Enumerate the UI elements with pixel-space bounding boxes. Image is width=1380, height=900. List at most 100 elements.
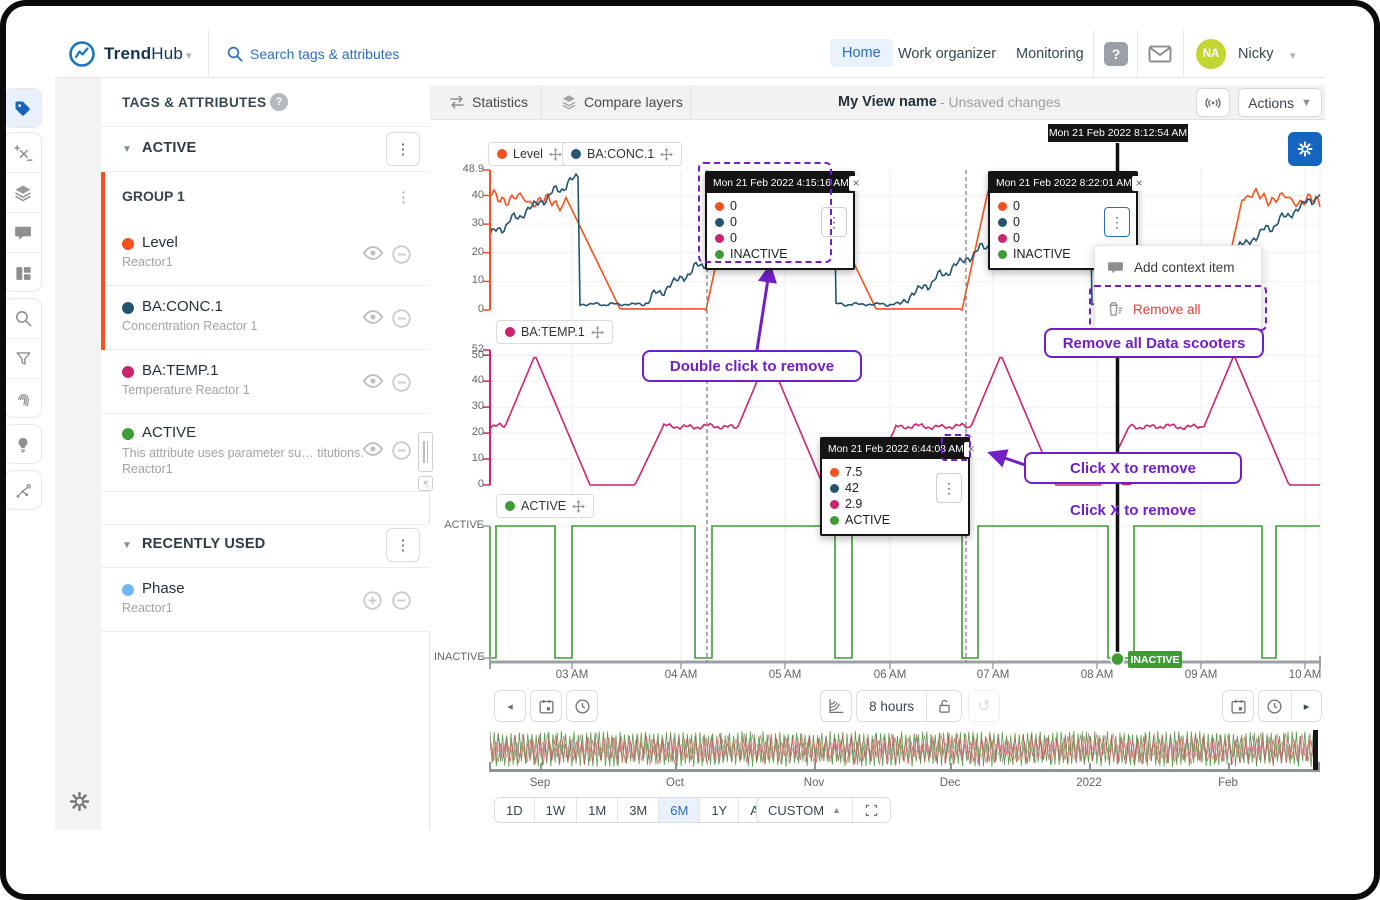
- rail-tab-fingerprint[interactable]: [5, 379, 41, 418]
- annotation-remove-all-scooters: Remove all Data scooters: [1044, 328, 1264, 358]
- remove-minus-icon[interactable]: [391, 590, 413, 612]
- range-button-1w[interactable]: 1W: [535, 798, 578, 822]
- scooter-menu-button[interactable]: ⋮: [936, 473, 962, 503]
- user-chevron-down-icon[interactable]: ▾: [1290, 49, 1296, 62]
- legend-pill-active[interactable]: ACTIVE: [496, 494, 594, 518]
- custom-range-button[interactable]: CUSTOM▲: [757, 798, 853, 822]
- chart-settings-button[interactable]: [1288, 132, 1322, 166]
- visibility-eye-icon[interactable]: [362, 244, 384, 266]
- overview-strip[interactable]: [490, 730, 1320, 770]
- avatar[interactable]: NA: [1196, 39, 1226, 69]
- lock-icon[interactable]: [927, 691, 961, 721]
- move-icon[interactable]: [549, 148, 562, 161]
- custom-window-icon[interactable]: [853, 798, 890, 822]
- panel-close-icon[interactable]: ×: [418, 476, 433, 491]
- data-scooter-1[interactable]: Mon 21 Feb 2022 4:15:16 AM× 0 0 0 INACTI…: [705, 171, 855, 270]
- rail-tab-search[interactable]: [5, 299, 41, 339]
- duration-label[interactable]: 8 hours: [857, 691, 926, 721]
- remove-minus-icon[interactable]: [391, 308, 413, 330]
- scooter-header[interactable]: Mon 21 Feb 2022 8:22:01 AM×: [990, 173, 1136, 193]
- menu-item-remove-all[interactable]: Remove all: [1095, 288, 1261, 330]
- nav-separator: [1183, 30, 1184, 78]
- range-button-1m[interactable]: 1M: [577, 798, 618, 822]
- close-icon[interactable]: ×: [964, 442, 979, 457]
- remove-minus-icon[interactable]: [391, 244, 413, 266]
- tab-statistics[interactable]: Statistics: [472, 94, 528, 110]
- arrow-right-icon[interactable]: ▸: [1292, 691, 1321, 721]
- time-range-group: 1D 1W 1M 3M 6M 1Y ALL: [494, 797, 785, 823]
- tab-compare-layers[interactable]: Compare layers: [584, 94, 683, 110]
- nav-item-work-organizer[interactable]: Work organizer: [898, 46, 996, 62]
- overview-month-label: Dec: [928, 777, 972, 789]
- close-icon[interactable]: ×: [1132, 176, 1147, 191]
- move-icon[interactable]: [660, 148, 673, 161]
- rail-tab-comments[interactable]: [5, 213, 41, 253]
- cursor-time-badge[interactable]: Mon 21 Feb 2022 8:12:54 AM: [1048, 124, 1188, 142]
- tag-name: ACTIVE: [142, 424, 196, 441]
- search-input[interactable]: [250, 40, 550, 68]
- visibility-eye-icon[interactable]: [362, 308, 384, 330]
- help-icon[interactable]: ?: [1104, 42, 1128, 66]
- view-status: - Unsaved changes: [940, 94, 1061, 110]
- series-color-dot: [505, 327, 515, 337]
- nav-item-monitoring[interactable]: Monitoring: [1016, 46, 1084, 62]
- collapse-chevron-icon[interactable]: ▼: [122, 540, 132, 551]
- scooter-header[interactable]: Mon 21 Feb 2022 6:44:08 AM×: [822, 439, 968, 459]
- actions-button[interactable]: Actions▼: [1238, 88, 1322, 117]
- search-icon: [226, 45, 244, 63]
- rail-tab-correlations[interactable]: [5, 471, 41, 510]
- tags-help-icon[interactable]: ?: [270, 93, 288, 111]
- series-color-dot: [715, 234, 724, 243]
- range-button-1d[interactable]: 1D: [495, 798, 535, 822]
- add-plus-icon[interactable]: [362, 590, 384, 612]
- annotation-click-x: Click X to remove: [1024, 452, 1242, 484]
- section-recently-used-menu-button[interactable]: ⋮: [386, 528, 420, 562]
- remove-minus-icon[interactable]: [391, 372, 413, 394]
- data-scooter-3[interactable]: Mon 21 Feb 2022 6:44:08 AM× 7.5 42 2.9 A…: [820, 437, 970, 536]
- scooter-menu-button[interactable]: ⋮: [1104, 207, 1130, 237]
- overview-month-label: Oct: [653, 777, 697, 789]
- rail-tab-insights[interactable]: [5, 425, 41, 464]
- live-broadcast-button[interactable]: [1196, 88, 1230, 117]
- settings-gear-icon[interactable]: [66, 788, 92, 814]
- view-title[interactable]: My View name: [838, 94, 937, 110]
- range-button-6m[interactable]: 6M: [659, 798, 700, 822]
- close-icon[interactable]: ×: [849, 176, 864, 191]
- history-icon: ↺: [977, 696, 990, 716]
- layers-icon: [13, 183, 33, 203]
- visibility-eye-icon[interactable]: [362, 372, 384, 394]
- scooter-header[interactable]: Mon 21 Feb 2022 4:15:16 AM×: [707, 173, 853, 193]
- collapse-chevron-icon[interactable]: ▼: [122, 144, 132, 155]
- rail-tab-tags[interactable]: [5, 89, 41, 128]
- rail-tab-filter[interactable]: [5, 339, 41, 379]
- trend-chart-canvas[interactable]: [430, 120, 1325, 695]
- menu-item-add-context-item[interactable]: Add context item: [1095, 246, 1261, 288]
- mail-icon[interactable]: [1148, 45, 1172, 63]
- rail-tab-math[interactable]: [5, 133, 41, 173]
- group-1-menu-button[interactable]: ⋮: [396, 188, 411, 206]
- legend-pill-ba-conc-1[interactable]: BA:CONC.1: [562, 142, 682, 166]
- rail-group: [4, 298, 42, 418]
- brand-name[interactable]: TrendHub: [104, 44, 183, 64]
- move-icon[interactable]: [591, 326, 604, 339]
- rail-tab-layout[interactable]: [5, 253, 41, 292]
- visibility-eye-icon[interactable]: [362, 440, 384, 462]
- clock-icon[interactable]: [1259, 691, 1291, 721]
- brand-chevron-down-icon[interactable]: ▾: [186, 49, 192, 62]
- remove-minus-icon[interactable]: [391, 440, 413, 462]
- legend-pill-level[interactable]: Level: [488, 142, 571, 166]
- tag-color-dot: [122, 302, 134, 314]
- rail-group: [4, 88, 42, 128]
- range-button-3m[interactable]: 3M: [618, 798, 659, 822]
- panel-resize-handle[interactable]: [418, 432, 433, 472]
- nav-item-home[interactable]: Home: [830, 39, 893, 67]
- rail-tab-layers[interactable]: [5, 173, 41, 213]
- scooter-menu-button[interactable]: ⋮: [821, 207, 847, 237]
- user-name[interactable]: Nicky: [1238, 46, 1273, 62]
- legend-pill-ba-temp-1[interactable]: BA:TEMP.1: [496, 320, 613, 344]
- series-color-dot: [998, 234, 1007, 243]
- section-active-menu-button[interactable]: ⋮: [386, 132, 420, 166]
- range-button-1y[interactable]: 1Y: [700, 798, 739, 822]
- tag-description: Reactor1: [122, 255, 173, 269]
- move-icon[interactable]: [572, 500, 585, 513]
